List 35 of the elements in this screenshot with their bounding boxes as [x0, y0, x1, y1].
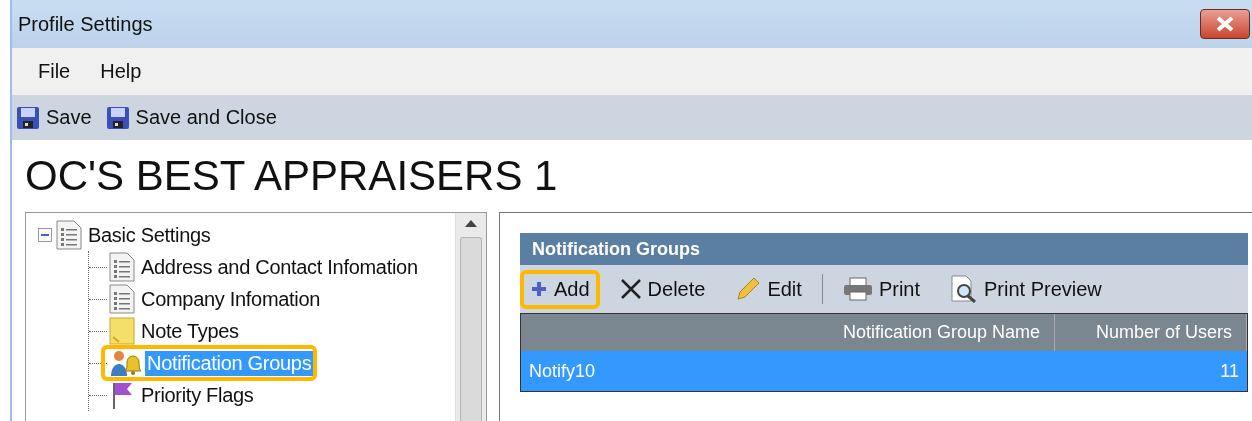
menu-item[interactable]: Help [100, 60, 142, 83]
tree-item[interactable]: Company Infomation [139, 286, 323, 312]
page-heading: OC'S BEST APPRAISERS 1 [24, 151, 559, 201]
printer-icon [842, 277, 873, 301]
toolbar-button[interactable]: Add [520, 269, 600, 309]
close-button[interactable] [1200, 9, 1250, 39]
scrollbar[interactable] [455, 213, 486, 421]
plus-icon [530, 280, 548, 298]
scroll-up-icon[interactable] [465, 219, 477, 227]
tree-item[interactable]: Note Types [139, 318, 241, 344]
pencil-icon [735, 276, 762, 302]
window-title: Profile Settings [18, 12, 153, 36]
table-cell-text: 11 [1219, 359, 1240, 383]
toolbar-button[interactable]: Edit [725, 268, 812, 310]
x-icon [619, 278, 642, 300]
tree-item[interactable]: Priority Flags [139, 382, 256, 408]
table-cell-text: Notify10 [528, 359, 597, 383]
minus-icon [41, 231, 49, 239]
tree-item[interactable]: Address and Contact Infomation [139, 254, 420, 280]
note-icon [109, 317, 135, 345]
document-list-icon [109, 284, 135, 314]
toolbar-button[interactable]: Print [832, 269, 930, 309]
toolbar-button[interactable]: Save [16, 105, 92, 130]
panel-title: Notification Groups [520, 233, 1248, 265]
document-list-icon [109, 252, 135, 282]
toolbar-button[interactable]: Delete [609, 269, 716, 309]
menu-item[interactable]: File [38, 60, 71, 83]
close-icon [1215, 16, 1235, 32]
tree-item[interactable]: Basic Settings [86, 222, 213, 248]
toolbar-button[interactable]: Save and Close [105, 105, 277, 130]
person-bell-icon [109, 349, 141, 377]
document-list-icon [56, 220, 82, 250]
collapse-toggle[interactable] [38, 228, 52, 242]
magnifier-document-icon [950, 275, 978, 303]
toolbar-button[interactable]: Print Preview [940, 267, 1112, 311]
